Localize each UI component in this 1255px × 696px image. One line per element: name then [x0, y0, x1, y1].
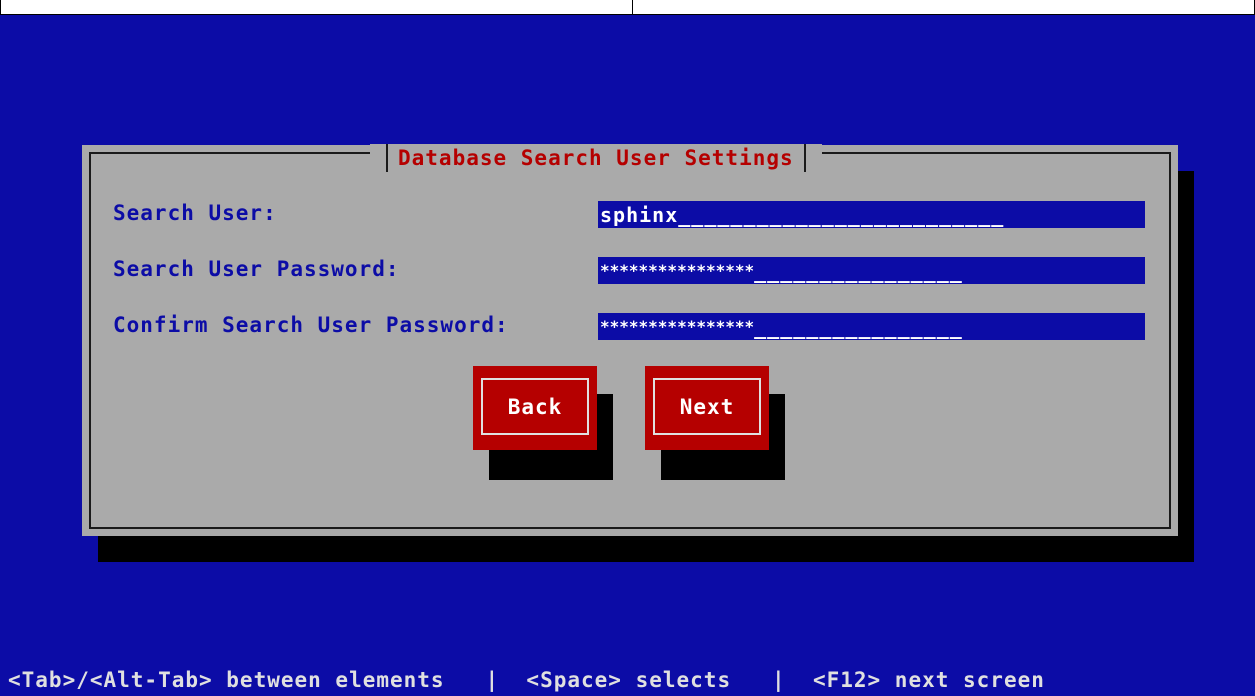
back-button[interactable]: Back: [473, 366, 597, 450]
search-user-input[interactable]: sphinx _________________________: [598, 201, 1145, 228]
confirm-password-value: ****************: [600, 317, 755, 336]
confirm-password-label: Confirm Search User Password:: [113, 313, 509, 337]
top-status-cell-right: [632, 0, 1255, 14]
next-button[interactable]: Next: [645, 366, 769, 450]
title-right-bar: [803, 144, 806, 172]
search-user-fill: _________________________: [678, 202, 1005, 227]
dialog-title-wrap: Database Search User Settings: [370, 144, 822, 172]
next-button-label: Next: [653, 378, 761, 435]
search-user-password-label: Search User Password:: [113, 257, 400, 281]
top-status-cell-left: [0, 0, 633, 14]
top-status-bar: [0, 0, 1255, 15]
back-button-label: Back: [481, 378, 589, 435]
search-user-label: Search User:: [113, 201, 277, 225]
search-user-password-input[interactable]: **************** ________________: [598, 257, 1145, 284]
confirm-password-fill: ________________: [754, 314, 963, 339]
keyboard-help-line: <Tab>/<Alt-Tab> between elements | <Spac…: [8, 668, 1045, 692]
dialog-title: Database Search User Settings: [398, 146, 794, 170]
confirm-password-input[interactable]: **************** ________________: [598, 313, 1145, 340]
search-user-password-fill: ________________: [754, 258, 963, 283]
search-user-value: sphinx: [600, 202, 679, 227]
search-user-password-value: ****************: [600, 261, 755, 280]
title-left-bar: [386, 144, 388, 172]
